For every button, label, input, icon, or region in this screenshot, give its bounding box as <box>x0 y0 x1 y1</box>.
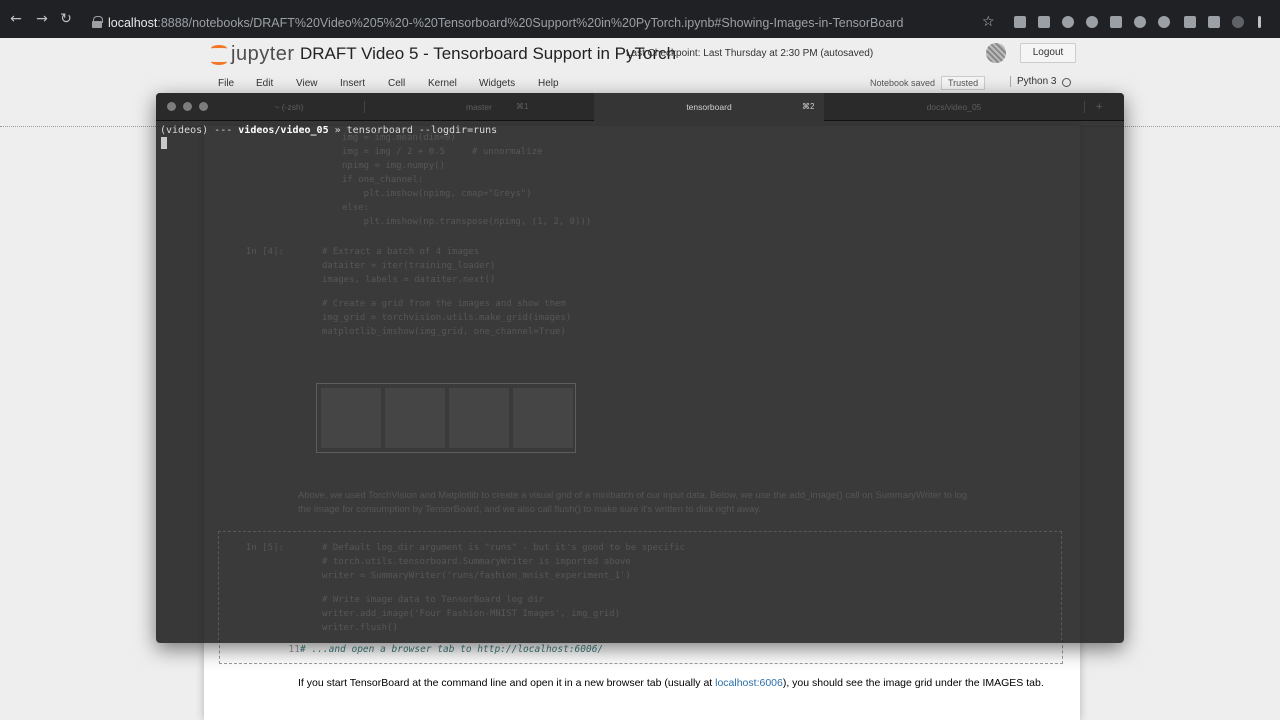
extension-icon[interactable] <box>1110 16 1122 28</box>
background-code: # Extract a batch of 4 images <box>322 247 480 257</box>
forward-arrow-icon[interactable]: → <box>34 11 50 27</box>
menu-cell[interactable]: Cell <box>388 78 405 89</box>
kernel-status-icon <box>1062 78 1071 87</box>
background-image <box>513 388 573 448</box>
markdown-text: ), you should see the image grid under t… <box>782 677 1044 689</box>
extension-icon[interactable] <box>1062 16 1074 28</box>
logout-button[interactable]: Logout <box>1020 43 1076 63</box>
terminal-tab-master[interactable]: master <box>364 93 594 121</box>
extension-icon[interactable] <box>1134 16 1146 28</box>
notebook-saved-indicator: Notebook saved <box>870 78 936 88</box>
menu-view[interactable]: View <box>296 78 318 89</box>
menu-widgets[interactable]: Widgets <box>479 78 515 89</box>
menu-file[interactable]: File <box>218 78 234 89</box>
background-code: # Write image data to TensorBoard log di… <box>322 595 545 605</box>
background-image-grid <box>316 383 576 453</box>
terminal-tab-docs[interactable]: docs/video_05 <box>824 93 1084 121</box>
extension-icon[interactable] <box>1038 16 1050 28</box>
url-text[interactable]: localhost:8888/notebooks/DRAFT%20Video%2… <box>108 16 903 30</box>
terminal-command: tensorboard --logdir=runs <box>346 125 498 136</box>
lock-icon[interactable] <box>92 16 103 28</box>
tab-divider <box>1084 101 1085 113</box>
background-image <box>449 388 509 448</box>
background-code: plt.imshow(np.transpose(npimg, (1, 2, 0)… <box>342 217 592 227</box>
prompt-path: videos/video_05 <box>238 125 329 136</box>
background-code: dataiter = iter(training_loader) <box>322 261 496 271</box>
background-code: # Create a grid from the images and show… <box>322 299 566 309</box>
close-window-icon[interactable] <box>167 102 176 111</box>
back-arrow-icon[interactable]: ← <box>8 11 24 27</box>
zoom-window-icon[interactable] <box>199 102 208 111</box>
terminal-prompt[interactable]: (videos) --- videos/video_05 » tensorboa… <box>160 125 497 136</box>
background-code: else: <box>342 203 370 213</box>
extension-icon[interactable] <box>1184 16 1196 28</box>
background-code: writer.add_image('Four Fashion-MNIST Ima… <box>322 609 621 619</box>
background-code: img = img / 2 + 0.5 # unnormalize <box>342 147 543 157</box>
extensions-puzzle-icon[interactable] <box>1208 16 1220 28</box>
checkpoint-status: Last Checkpoint: Last Thursday at 2:30 P… <box>626 48 874 59</box>
background-image <box>321 388 381 448</box>
terminal-window[interactable]: ~ (-zsh) master ⌘1 tensorboard ⌘2 docs/v… <box>156 93 1124 643</box>
profile-avatar[interactable] <box>1232 16 1244 28</box>
terminal-tab-1[interactable]: ~ (-zsh) <box>214 93 364 121</box>
trusted-badge[interactable]: Trusted <box>941 76 986 90</box>
background-code: plt.imshow(npimg, cmap="Greys") <box>342 189 532 199</box>
terminal-body[interactable]: img = img.mean(dim=0) img = img / 2 + 0.… <box>156 121 1124 643</box>
notebook-title[interactable]: DRAFT Video 5 - Tensorboard Support in P… <box>300 44 676 64</box>
localhost-link[interactable]: localhost:6006 <box>715 677 783 689</box>
markdown-cell[interactable]: If you start TensorBoard at the command … <box>298 676 1050 691</box>
prompt-separator: » <box>328 125 347 136</box>
user-avatar-icon <box>986 43 1006 63</box>
reload-icon[interactable]: ↻ <box>58 11 74 27</box>
background-code: images, labels = dataiter.next() <box>322 275 496 285</box>
extension-icon[interactable] <box>1014 16 1026 28</box>
url-host: localhost <box>108 16 158 30</box>
background-code: # Default log_dir argument is "runs" - b… <box>322 543 686 553</box>
tab-shortcut: ⌘2 <box>802 102 815 111</box>
kernel-name[interactable]: Python 3 <box>1010 76 1056 87</box>
background-code: npimg = img.numpy() <box>342 161 445 171</box>
background-code: writer = SummaryWriter('runs/fashion_mni… <box>322 571 631 581</box>
menu-kernel[interactable]: Kernel <box>428 78 457 89</box>
menu-dots-icon[interactable] <box>1258 16 1261 28</box>
tab-shortcut: ⌘1 <box>516 102 529 111</box>
terminal-tab-bar: ~ (-zsh) master ⌘1 tensorboard ⌘2 docs/v… <box>156 93 1124 121</box>
terminal-tab-tensorboard[interactable]: tensorboard <box>594 93 824 121</box>
menu-help[interactable]: Help <box>538 78 559 89</box>
extension-icon[interactable] <box>1086 16 1098 28</box>
background-code: if one_channel: <box>342 175 424 185</box>
background-prompt: In [5]: <box>246 543 284 553</box>
background-markdown: Above, we used TorchVision and Matplotli… <box>298 490 968 515</box>
background-code: img_grid = torchvision.utils.make_grid(i… <box>322 313 572 323</box>
minimize-window-icon[interactable] <box>183 102 192 111</box>
line-number: 11 <box>288 644 300 655</box>
extension-icon[interactable] <box>1158 16 1170 28</box>
code-line[interactable]: # ...and open a browser tab to http://lo… <box>300 644 603 655</box>
jupyter-logo-text[interactable]: jupyter <box>231 43 295 66</box>
markdown-text: If you start TensorBoard at the command … <box>298 677 716 689</box>
menu-edit[interactable]: Edit <box>256 78 273 89</box>
background-code: matplotlib_imshow(img_grid, one_channel=… <box>322 327 566 337</box>
prompt-env: (videos) --- <box>160 125 239 136</box>
bookmark-star-icon[interactable]: ☆ <box>982 14 995 30</box>
jupyter-logo-icon[interactable] <box>208 44 230 66</box>
background-code: writer.flush() <box>322 623 398 633</box>
background-prompt: In [4]: <box>246 247 284 257</box>
background-image <box>385 388 445 448</box>
menu-insert[interactable]: Insert <box>340 78 365 89</box>
url-path: :8888/notebooks/DRAFT%20Video%205%20-%20… <box>157 16 904 30</box>
terminal-cursor <box>161 137 167 149</box>
new-tab-icon[interactable]: + <box>1096 93 1102 121</box>
background-code: # torch.utils.tensorboard.SummaryWriter … <box>322 557 631 567</box>
browser-toolbar: ← → ↻ localhost:8888/notebooks/DRAFT%20V… <box>0 0 1280 38</box>
